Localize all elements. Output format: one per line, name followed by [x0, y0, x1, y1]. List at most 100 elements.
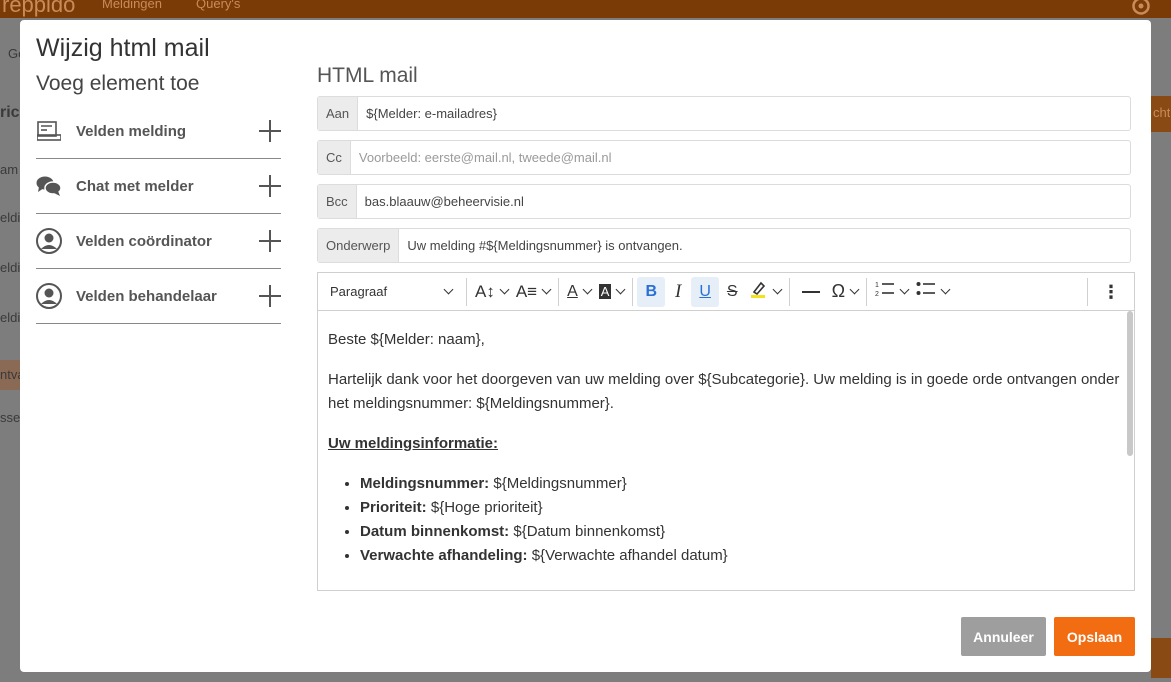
add-element-panel: Voeg element toe Velden melding Chat met…	[36, 72, 281, 324]
bulleted-list-icon	[916, 280, 936, 303]
toolbar-divider	[1087, 277, 1088, 306]
chevron-down-icon	[772, 284, 783, 295]
user-circle-icon	[36, 283, 62, 309]
element-item-label: Velden behandelaar	[76, 287, 217, 305]
info-value: ${Hoge prioriteit}	[426, 499, 543, 516]
add-icon[interactable]	[259, 285, 281, 307]
to-input[interactable]	[358, 97, 1130, 130]
editor-scrollbar[interactable]	[1127, 311, 1133, 456]
font-size-icon: A↕	[475, 281, 495, 301]
paragraph-format-label: Paragraaf	[330, 284, 388, 299]
chevron-down-icon	[541, 284, 552, 295]
bg-fragment: Ge	[8, 46, 20, 61]
info-value: ${Meldingsnummer}	[489, 475, 627, 492]
horizontal-line-button[interactable]	[794, 277, 828, 307]
bg-right-button	[1151, 638, 1171, 678]
chevron-down-icon	[899, 284, 910, 295]
chevron-down-icon	[940, 284, 951, 295]
underline-button[interactable]: U	[691, 276, 719, 307]
bcc-field: Bcc	[317, 184, 1131, 219]
bg-fragment: eldi	[0, 260, 20, 275]
more-vertical-icon: ⋮	[1102, 281, 1120, 302]
chevron-down-icon	[499, 284, 510, 295]
svg-text:2: 2	[875, 291, 879, 298]
numbered-list-icon: 12	[875, 280, 895, 303]
add-icon[interactable]	[259, 230, 281, 252]
font-size-button[interactable]: A↕	[471, 277, 512, 307]
element-item-velden-behandelaar[interactable]: Velden behandelaar	[36, 269, 281, 324]
info-heading-text: Uw meldingsinformatie:	[328, 435, 499, 452]
bcc-input[interactable]	[356, 185, 1130, 218]
paragraph-format-select[interactable]: Paragraaf	[322, 277, 462, 307]
font-color-button[interactable]: A	[563, 277, 595, 307]
strikethrough-button[interactable]: S	[719, 277, 746, 307]
info-label: Meldingsnummer:	[360, 475, 490, 492]
chevron-down-icon	[849, 284, 860, 295]
list-item: Prioriteit: ${Hoge prioriteit}	[360, 496, 1124, 520]
special-characters-button[interactable]: Ω	[828, 277, 862, 307]
element-item-label: Velden melding	[76, 122, 187, 140]
chat-icon	[36, 173, 62, 199]
background-color-button[interactable]: A	[595, 277, 629, 307]
italic-button[interactable]: I	[665, 277, 691, 307]
cc-label: Cc	[318, 141, 351, 174]
bg-right-button: cht	[1151, 96, 1171, 132]
info-value: ${Datum binnenkomst}	[509, 523, 666, 540]
bold-button[interactable]: B	[637, 276, 666, 307]
add-icon[interactable]	[259, 120, 281, 142]
bg-fragment: sse	[0, 410, 20, 425]
bg-fragment: ntva	[0, 360, 20, 390]
form-icon	[36, 118, 62, 144]
info-label: Prioriteit:	[360, 499, 427, 516]
add-element-heading: Voeg element toe	[36, 72, 200, 95]
background-color-icon: A	[598, 284, 612, 299]
intro-paragraph: Hartelijk dank voor het doorgeven van uw…	[328, 371, 1120, 412]
cc-input[interactable]	[350, 141, 1130, 174]
gear-icon[interactable]	[1129, 0, 1153, 16]
save-button[interactable]: Opslaan	[1054, 617, 1135, 656]
nav-querys[interactable]: Query's	[196, 0, 240, 11]
toolbar-divider	[632, 277, 634, 306]
bg-fragment: am	[0, 162, 19, 177]
font-family-icon: A≡	[515, 281, 538, 301]
highlighter-icon	[750, 280, 768, 303]
subject-label: Onderwerp	[318, 229, 400, 262]
element-item-velden-coordinator[interactable]: Velden coördinator	[36, 214, 281, 269]
list-item: Meldingsnummer: ${Meldingsnummer}	[360, 472, 1124, 496]
font-family-button[interactable]: A≡	[512, 277, 554, 307]
info-list: Meldingsnummer: ${Meldingsnummer} Priori…	[360, 472, 1124, 568]
element-item-label: Velden coördinator	[76, 232, 212, 250]
cancel-button[interactable]: Annuleer	[961, 617, 1046, 656]
highlight-button[interactable]	[746, 277, 785, 307]
editor-toolbar: Paragraaf A↕ A≡ A A B I U S Ω 1 2 ⋮	[318, 273, 1134, 311]
bg-fragment: eldi	[0, 210, 20, 225]
bold-icon: B	[645, 282, 658, 300]
more-options-button[interactable]: ⋮	[1092, 277, 1130, 307]
element-item-label: Chat met melder	[76, 177, 194, 195]
nav-meldingen[interactable]: Meldingen	[102, 0, 162, 11]
chevron-down-icon	[443, 284, 454, 295]
app-logo: reppido	[2, 0, 76, 17]
bulleted-list-button[interactable]	[912, 277, 953, 307]
italic-icon: I	[675, 280, 682, 302]
user-circle-icon	[36, 228, 62, 254]
bg-fragment: cht	[1153, 105, 1171, 120]
subject-input[interactable]	[399, 229, 1130, 262]
toolbar-divider	[788, 277, 790, 306]
info-label: Verwachte afhandeling:	[360, 547, 528, 564]
bcc-label: Bcc	[318, 185, 357, 218]
subject-field: Onderwerp	[317, 228, 1131, 263]
info-value: ${Verwachte afhandel datum}	[527, 547, 728, 564]
element-item-velden-melding[interactable]: Velden melding	[36, 104, 281, 159]
horizontal-line-icon	[801, 290, 820, 293]
chevron-down-icon	[616, 284, 626, 295]
chevron-down-icon	[582, 284, 593, 295]
element-item-chat-met-melder[interactable]: Chat met melder	[36, 159, 281, 214]
editor-content[interactable]: Beste ${Melder: naam}, Hartelijk dank vo…	[318, 311, 1134, 590]
numbered-list-button[interactable]: 12	[871, 277, 912, 307]
info-label: Datum binnenkomst:	[360, 523, 510, 540]
strikethrough-icon: S	[726, 282, 738, 300]
add-icon[interactable]	[259, 175, 281, 197]
rich-text-editor: Paragraaf A↕ A≡ A A B I U S Ω 1 2 ⋮ Best…	[317, 272, 1135, 591]
edit-html-mail-dialog: Wijzig html mail Voeg element toe Velden…	[20, 20, 1151, 672]
